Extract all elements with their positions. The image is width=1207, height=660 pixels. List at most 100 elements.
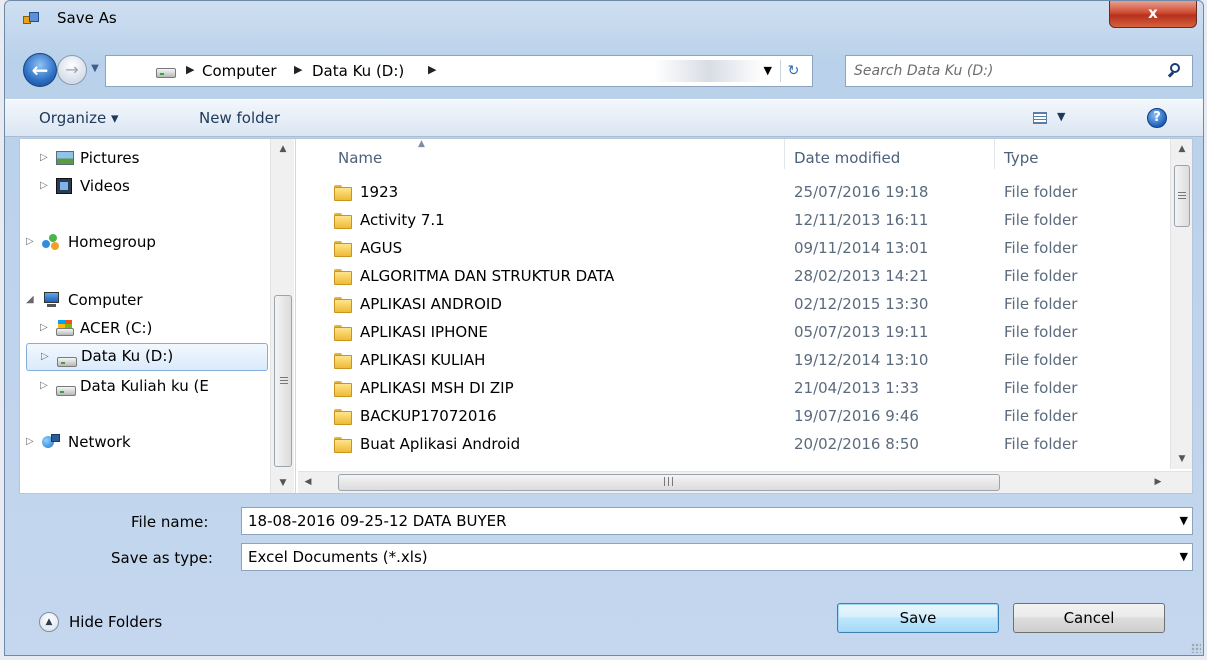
save-as-type-dropdown-icon[interactable]: ▼ xyxy=(1180,550,1188,563)
navigation-pane: ▷ Pictures ▷ Videos ▷ Homegroup ◢ Comput… xyxy=(20,139,296,493)
folder-icon xyxy=(334,325,352,341)
close-button[interactable]: x xyxy=(1109,1,1197,28)
file-name-field[interactable]: ▼ xyxy=(241,507,1193,535)
file-name: Activity 7.1 xyxy=(360,211,445,229)
expand-icon[interactable]: ▷ xyxy=(40,322,48,333)
scroll-down-icon[interactable]: ▼ xyxy=(1171,449,1192,469)
column-header-date-modified[interactable]: Date modified xyxy=(794,149,900,167)
scroll-down-icon[interactable]: ▼ xyxy=(271,473,295,493)
refresh-icon[interactable]: ↻ xyxy=(780,60,806,82)
title-bar[interactable]: Save As x xyxy=(5,1,1203,37)
expand-icon[interactable]: ▷ xyxy=(26,436,34,447)
breadcrumb-separator-icon[interactable]: ▶ xyxy=(428,63,436,76)
file-date-modified: 09/11/2014 13:01 xyxy=(794,239,929,257)
scroll-right-icon[interactable]: ▶ xyxy=(1148,472,1168,492)
scroll-up-icon[interactable]: ▲ xyxy=(1171,139,1192,159)
command-bar: Organize ▾ New folder ▼ ? xyxy=(5,99,1203,137)
search-box[interactable] xyxy=(845,55,1193,87)
file-name: APLIKASI KULIAH xyxy=(360,351,486,369)
breadcrumb-data-ku[interactable]: Data Ku (D:) xyxy=(312,62,404,80)
column-header-type[interactable]: Type xyxy=(1004,149,1038,167)
tree-item-acer-c[interactable]: ▷ ACER (C:) xyxy=(40,317,260,341)
save-as-type-label: Save as type: xyxy=(111,549,213,567)
expand-icon[interactable]: ▷ xyxy=(40,152,48,163)
expand-icon[interactable]: ▷ xyxy=(40,180,48,191)
folder-icon xyxy=(334,409,352,425)
file-date-modified: 21/04/2013 1:33 xyxy=(794,379,919,397)
sort-ascending-icon: ▲ xyxy=(418,139,425,149)
tree-item-videos[interactable]: ▷ Videos xyxy=(40,175,260,199)
chevron-up-icon[interactable]: ▲ xyxy=(39,612,59,632)
new-folder-button[interactable]: New folder xyxy=(199,109,280,127)
tree-item-data-ku-d[interactable]: ▷ Data Ku (D:) xyxy=(26,343,268,371)
tree-item-data-kuliah-e[interactable]: ▷ Data Kuliah ku (E xyxy=(40,375,268,399)
file-type: File folder xyxy=(1004,239,1078,257)
file-name: Buat Aplikasi Android xyxy=(360,435,521,453)
forward-arrow-icon[interactable]: → xyxy=(57,55,87,85)
app-icon xyxy=(23,12,39,26)
computer-icon xyxy=(42,292,60,308)
file-name: APLIKASI ANDROID xyxy=(360,295,502,313)
file-row[interactable]: AGUS 09/11/2014 13:01 File folder xyxy=(298,235,1134,263)
file-name-input[interactable] xyxy=(248,511,1128,531)
tree-item-pictures[interactable]: ▷ Pictures xyxy=(40,147,260,171)
file-name: APLIKASI MSH DI ZIP xyxy=(360,379,514,397)
scrollbar-thumb[interactable] xyxy=(274,295,292,467)
drive-icon xyxy=(56,382,76,398)
tree-item-network[interactable]: ▷ Network xyxy=(26,431,260,455)
scroll-up-icon[interactable]: ▲ xyxy=(271,139,295,159)
file-date-modified: 05/07/2013 19:11 xyxy=(794,323,929,341)
scrollbar-thumb[interactable] xyxy=(1174,165,1190,227)
folder-icon xyxy=(334,297,352,313)
search-input[interactable] xyxy=(854,60,1154,82)
file-type: File folder xyxy=(1004,407,1078,425)
breadcrumb-separator-icon[interactable]: ▶ xyxy=(294,63,302,76)
file-row[interactable]: Activity 7.1 12/11/2013 16:11 File folder xyxy=(298,207,1134,235)
file-name-dropdown-icon[interactable]: ▼ xyxy=(1180,514,1188,527)
file-date-modified: 12/11/2013 16:11 xyxy=(794,211,929,229)
drive-icon xyxy=(156,66,176,78)
organize-button[interactable]: Organize ▾ xyxy=(39,109,119,127)
scrollbar-thumb[interactable]: ||| xyxy=(338,474,1000,491)
browser-area: ▷ Pictures ▷ Videos ▷ Homegroup ◢ Comput… xyxy=(19,138,1193,494)
file-name: 1923 xyxy=(360,183,399,201)
view-options-dropdown-icon[interactable]: ▼ xyxy=(1057,110,1065,123)
expand-icon[interactable]: ▷ xyxy=(41,351,49,362)
navigation-scrollbar[interactable]: ▲ ▼ xyxy=(270,139,294,493)
address-dropdown-icon[interactable]: ▼ xyxy=(764,64,772,77)
file-row[interactable]: ALGORITMA DAN STRUKTUR DATA 28/02/2013 14… xyxy=(298,263,1134,291)
search-icon[interactable] xyxy=(1167,63,1182,78)
tree-item-homegroup[interactable]: ▷ Homegroup xyxy=(26,231,260,255)
save-button[interactable]: Save xyxy=(837,603,999,633)
folder-icon xyxy=(334,437,352,453)
tree-item-computer[interactable]: ◢ Computer xyxy=(26,289,260,313)
back-arrow-icon[interactable]: ← xyxy=(23,53,57,87)
file-list-horizontal-scrollbar[interactable]: ◀ ||| ▶ xyxy=(298,471,1192,493)
save-as-type-select[interactable]: Excel Documents (*.xls) ▼ xyxy=(241,543,1193,571)
file-name: ALGORITMA DAN STRUKTUR DATA xyxy=(360,267,615,285)
breadcrumb-separator-icon[interactable]: ▶ xyxy=(186,63,194,76)
column-header-name[interactable]: Name xyxy=(338,149,382,167)
cancel-button[interactable]: Cancel xyxy=(1013,603,1165,633)
address-bar[interactable]: ▶ Computer ▶ Data Ku (D:) ▶ ▼ ↻ xyxy=(105,55,813,87)
file-date-modified: 25/07/2016 19:18 xyxy=(794,183,929,201)
expand-icon[interactable]: ▷ xyxy=(40,380,48,391)
file-row[interactable]: APLIKASI KULIAH 19/12/2014 13:10 File fold… xyxy=(298,347,1134,375)
file-row[interactable]: APLIKASI IPHONE 05/07/2013 19:11 File fold… xyxy=(298,319,1134,347)
file-row[interactable]: BACKUP17072016 19/07/2016 9:46 File folder xyxy=(298,403,1134,431)
recent-locations-dropdown-icon[interactable]: ▼ xyxy=(89,62,101,76)
resize-grip-icon[interactable] xyxy=(1191,643,1201,653)
breadcrumb-computer[interactable]: Computer xyxy=(202,62,277,80)
drive-icon xyxy=(57,353,77,369)
change-view-icon[interactable] xyxy=(1033,112,1047,124)
file-row[interactable]: APLIKASI MSH DI ZIP 21/04/2013 1:33 File f… xyxy=(298,375,1134,403)
collapse-icon[interactable]: ◢ xyxy=(26,294,34,305)
file-row[interactable]: Buat Aplikasi Android 20/02/2016 8:50 File… xyxy=(298,431,1134,459)
help-icon[interactable]: ? xyxy=(1147,108,1167,128)
expand-icon[interactable]: ▷ xyxy=(26,236,34,247)
file-row[interactable]: APLIKASI ANDROID 02/12/2015 13:30 File fol… xyxy=(298,291,1134,319)
folder-icon xyxy=(334,241,352,257)
scroll-left-icon[interactable]: ◀ xyxy=(298,472,318,492)
file-list-vertical-scrollbar[interactable]: ▲ ▼ xyxy=(1170,139,1192,469)
file-row[interactable]: 1923 25/07/2016 19:18 File folder xyxy=(298,179,1134,207)
